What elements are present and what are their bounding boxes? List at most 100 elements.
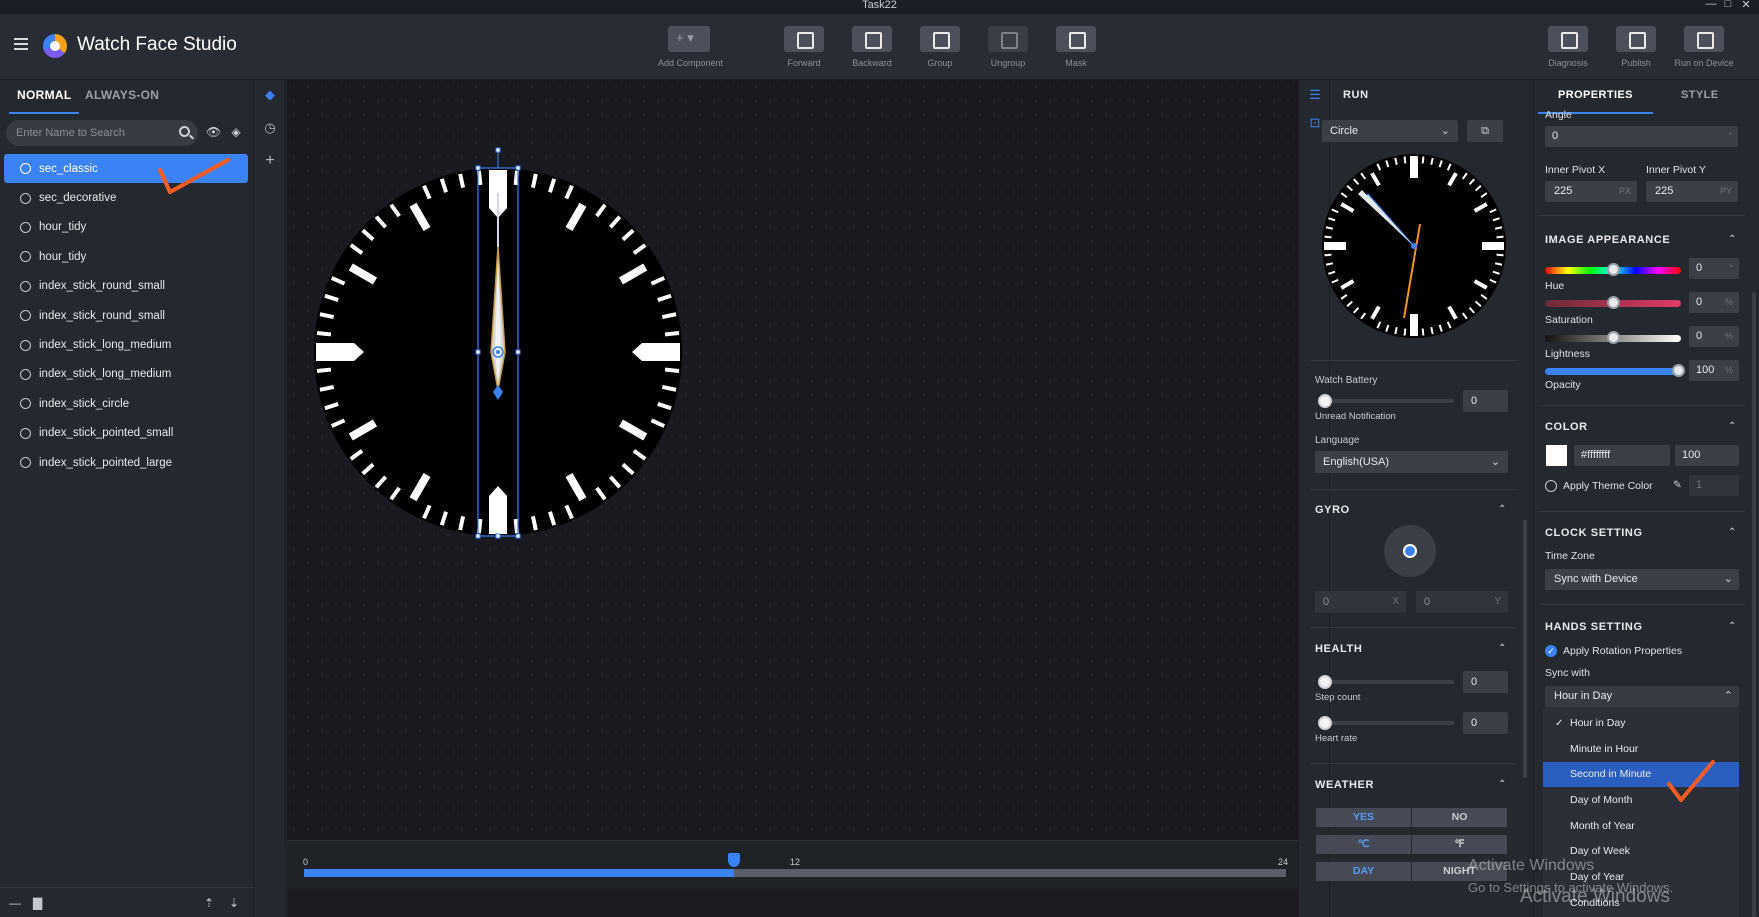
color-hex-input[interactable]: #ffffffff: [1574, 445, 1670, 466]
apply-theme-radio[interactable]: [1545, 480, 1557, 492]
slider-knob[interactable]: [1318, 716, 1332, 730]
celsius-button[interactable]: ℃: [1316, 835, 1411, 854]
color-swatch[interactable]: [1546, 445, 1567, 466]
gyro-y-input[interactable]: 0Y: [1416, 591, 1508, 613]
mask-button[interactable]: Mask: [1045, 26, 1107, 68]
add-icon[interactable]: +: [263, 153, 277, 169]
minimize-icon[interactable]: —: [1703, 0, 1719, 12]
theme-palette-icon[interactable]: ✎: [1673, 479, 1682, 491]
gyro-x-input[interactable]: 0X: [1315, 591, 1406, 613]
lightness-label: Lightness: [1545, 348, 1590, 360]
run-panel-scrollbar[interactable]: [1523, 520, 1527, 778]
layer-item[interactable]: index_stick_long_medium: [4, 330, 248, 359]
tab-style[interactable]: STYLE: [1681, 89, 1718, 101]
collapse-color-icon[interactable]: ⌃: [1728, 421, 1736, 432]
layer-item[interactable]: index_stick_circle: [4, 389, 248, 418]
option-hour-in-day[interactable]: ✓ Hour in Day: [1543, 711, 1739, 736]
diagnosis-button[interactable]: Diagnosis: [1537, 26, 1599, 68]
lightness-input[interactable]: 0%: [1689, 326, 1739, 347]
search-input[interactable]: [16, 125, 171, 141]
tab-properties[interactable]: PROPERTIES: [1538, 89, 1653, 114]
heart-input[interactable]: 0: [1463, 712, 1508, 734]
timeline-thumb[interactable]: [727, 853, 740, 867]
timeline-track[interactable]: [304, 853, 1286, 877]
search-icon[interactable]: [179, 126, 190, 137]
slider-knob[interactable]: [1318, 675, 1332, 689]
maximize-icon[interactable]: □: [1720, 0, 1736, 12]
tab-always-on[interactable]: ALWAYS-ON: [85, 88, 159, 102]
hue-slider[interactable]: [1545, 263, 1681, 276]
tab-normal[interactable]: NORMAL: [8, 88, 81, 114]
rotation-handle: [495, 147, 501, 153]
gyro-center-knob[interactable]: [1403, 544, 1417, 558]
saturation-slider[interactable]: [1545, 296, 1681, 309]
slider-knob[interactable]: [1607, 263, 1620, 276]
layer-item[interactable]: index_stick_long_medium: [4, 360, 248, 389]
unread-slider[interactable]: [1318, 394, 1454, 408]
screenshot-icon[interactable]: ⊡: [1308, 116, 1322, 130]
slider-knob[interactable]: [1318, 394, 1332, 408]
publish-button[interactable]: Publish: [1605, 26, 1667, 68]
opacity-slider[interactable]: [1545, 364, 1685, 377]
move-up-icon[interactable]: ⇡: [204, 896, 214, 910]
slider-knob[interactable]: [1672, 364, 1685, 377]
layers-icon[interactable]: ◆: [263, 88, 277, 102]
gyro-joystick[interactable]: [1384, 525, 1436, 577]
group-button[interactable]: Group: [909, 26, 971, 68]
collapse-icon[interactable]: —: [9, 896, 21, 910]
weather-yes-button[interactable]: YES: [1316, 808, 1411, 827]
lock-icon[interactable]: ◈: [229, 125, 243, 139]
collapse-gyro-icon[interactable]: ⌃: [1498, 504, 1506, 515]
open-external-button[interactable]: ⧉: [1467, 120, 1503, 142]
step-input[interactable]: 0: [1463, 671, 1508, 693]
sync-with-select[interactable]: Hour in Day ⌃: [1545, 686, 1739, 707]
shape-select[interactable]: Circle ⌄: [1322, 120, 1458, 142]
option-month-of-year[interactable]: Month of Year: [1543, 814, 1739, 839]
ungroup-button[interactable]: Ungroup: [977, 26, 1039, 68]
pivot-x-input[interactable]: 225 PX: [1545, 181, 1637, 202]
folder-icon[interactable]: ▇: [33, 896, 42, 910]
collapse-hands-icon[interactable]: ⌃: [1728, 621, 1736, 632]
slider-knob[interactable]: [1607, 331, 1620, 344]
step-slider[interactable]: [1318, 675, 1454, 689]
layer-item[interactable]: index_stick_pointed_small: [4, 419, 248, 448]
visibility-icon[interactable]: 👁: [206, 125, 221, 139]
collapse-appearance-icon[interactable]: ⌃: [1728, 234, 1736, 245]
layer-item[interactable]: index_stick_round_small: [4, 301, 248, 330]
layer-item[interactable]: hour_tidy: [4, 242, 248, 271]
slider-knob[interactable]: [1607, 296, 1620, 309]
language-select[interactable]: English(USA) ⌄: [1315, 451, 1508, 473]
menu-icon[interactable]: [14, 38, 28, 50]
color-opacity-input[interactable]: 100: [1675, 445, 1739, 466]
add-component-button[interactable]: Add Component: [658, 26, 723, 68]
collapse-health-icon[interactable]: ⌃: [1498, 643, 1506, 654]
forward-button[interactable]: Forward: [773, 26, 835, 68]
heart-slider[interactable]: [1318, 716, 1454, 730]
time-zone-select[interactable]: Sync with Device ⌄: [1545, 569, 1739, 590]
window-title: Task22: [862, 0, 897, 11]
close-icon[interactable]: ✕: [1738, 0, 1754, 12]
sliders-icon[interactable]: ☰: [1308, 88, 1322, 102]
layer-item[interactable]: hour_tidy: [4, 213, 248, 242]
collapse-clock-icon[interactable]: ⌃: [1728, 527, 1736, 538]
lightness-slider[interactable]: [1545, 331, 1681, 344]
collapse-weather-icon[interactable]: ⌃: [1498, 779, 1506, 790]
unread-input[interactable]: 0: [1463, 390, 1508, 412]
layer-item[interactable]: index_stick_pointed_large: [4, 448, 248, 477]
history-icon[interactable]: ◷: [263, 121, 277, 135]
apply-rotation-checkbox[interactable]: ✓: [1545, 645, 1557, 657]
theme-index-input[interactable]: 1: [1689, 475, 1739, 496]
run-on-device-button[interactable]: Run on Device: [1673, 26, 1735, 68]
backward-button[interactable]: Backward: [841, 26, 903, 68]
hue-input[interactable]: 0 °: [1689, 258, 1739, 279]
layer-item[interactable]: index_stick_round_small: [4, 272, 248, 301]
opacity-input[interactable]: 100%: [1689, 360, 1739, 381]
move-down-icon[interactable]: ⇣: [229, 896, 239, 910]
angle-input[interactable]: 0 °: [1545, 126, 1738, 147]
properties-scrollbar[interactable]: [1752, 292, 1756, 917]
pivot-y-input[interactable]: 225 PY: [1646, 181, 1738, 202]
weather-no-button[interactable]: NO: [1412, 808, 1507, 827]
day-button[interactable]: DAY: [1316, 862, 1411, 881]
saturation-input[interactable]: 0%: [1689, 292, 1739, 313]
fahrenheit-button[interactable]: ℉: [1412, 835, 1507, 854]
